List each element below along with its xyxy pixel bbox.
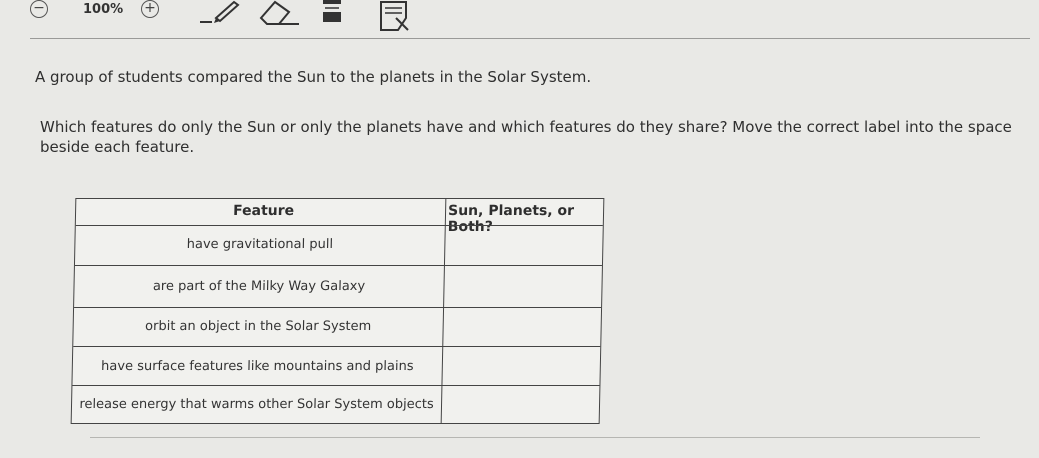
toolbar: − 100% +	[0, 0, 1039, 34]
eraser-icon[interactable]	[255, 0, 301, 28]
pencil-icon[interactable]	[198, 0, 244, 26]
row-divider	[75, 225, 603, 226]
answer-drop-zone[interactable]	[446, 227, 601, 264]
answer-drop-zone[interactable]	[443, 348, 598, 384]
feature-table: Feature Sun, Planets, or Both? have grav…	[70, 198, 605, 424]
bottom-divider	[90, 437, 980, 438]
notepad-icon[interactable]	[378, 0, 414, 32]
row-divider	[74, 265, 602, 266]
question-text: Which features do only the Sun or only t…	[40, 118, 1012, 156]
row-divider	[72, 385, 600, 386]
toolbar-divider	[30, 38, 1030, 39]
intro-text: A group of students compared the Sun to …	[35, 68, 592, 86]
highlighter-icon[interactable]	[320, 0, 346, 28]
row-divider	[74, 307, 602, 308]
feature-cell: have surface features like mountains and…	[100, 359, 414, 374]
zoom-out-icon[interactable]: −	[30, 0, 48, 18]
feature-cell: release energy that warms other Solar Sy…	[79, 397, 434, 412]
feature-cell: have gravitational pull	[186, 237, 334, 252]
row-divider	[73, 346, 601, 347]
answer-drop-zone[interactable]	[445, 267, 600, 306]
feature-cell: are part of the Milky Way Galaxy	[152, 279, 366, 294]
zoom-in-icon[interactable]: +	[141, 0, 159, 18]
feature-cell: orbit an object in the Solar System	[144, 319, 372, 334]
header-feature: Feature	[232, 203, 295, 219]
zoom-level: 100%	[83, 2, 124, 17]
answer-drop-zone[interactable]	[444, 309, 599, 345]
answer-drop-zone[interactable]	[443, 387, 598, 421]
